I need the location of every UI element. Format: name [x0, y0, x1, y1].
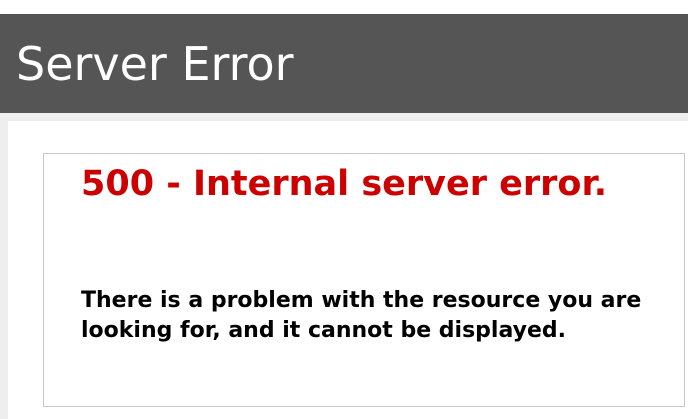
page-header: Server Error	[0, 14, 688, 113]
error-heading: 500 - Internal server error.	[81, 164, 608, 204]
error-page: Server Error 500 - Internal server error…	[0, 0, 688, 419]
top-strip	[0, 0, 688, 14]
error-message: There is a problem with the resource you…	[81, 288, 642, 343]
error-box: 500 - Internal server error. There is a …	[43, 153, 685, 407]
page-title: Server Error	[16, 37, 294, 91]
